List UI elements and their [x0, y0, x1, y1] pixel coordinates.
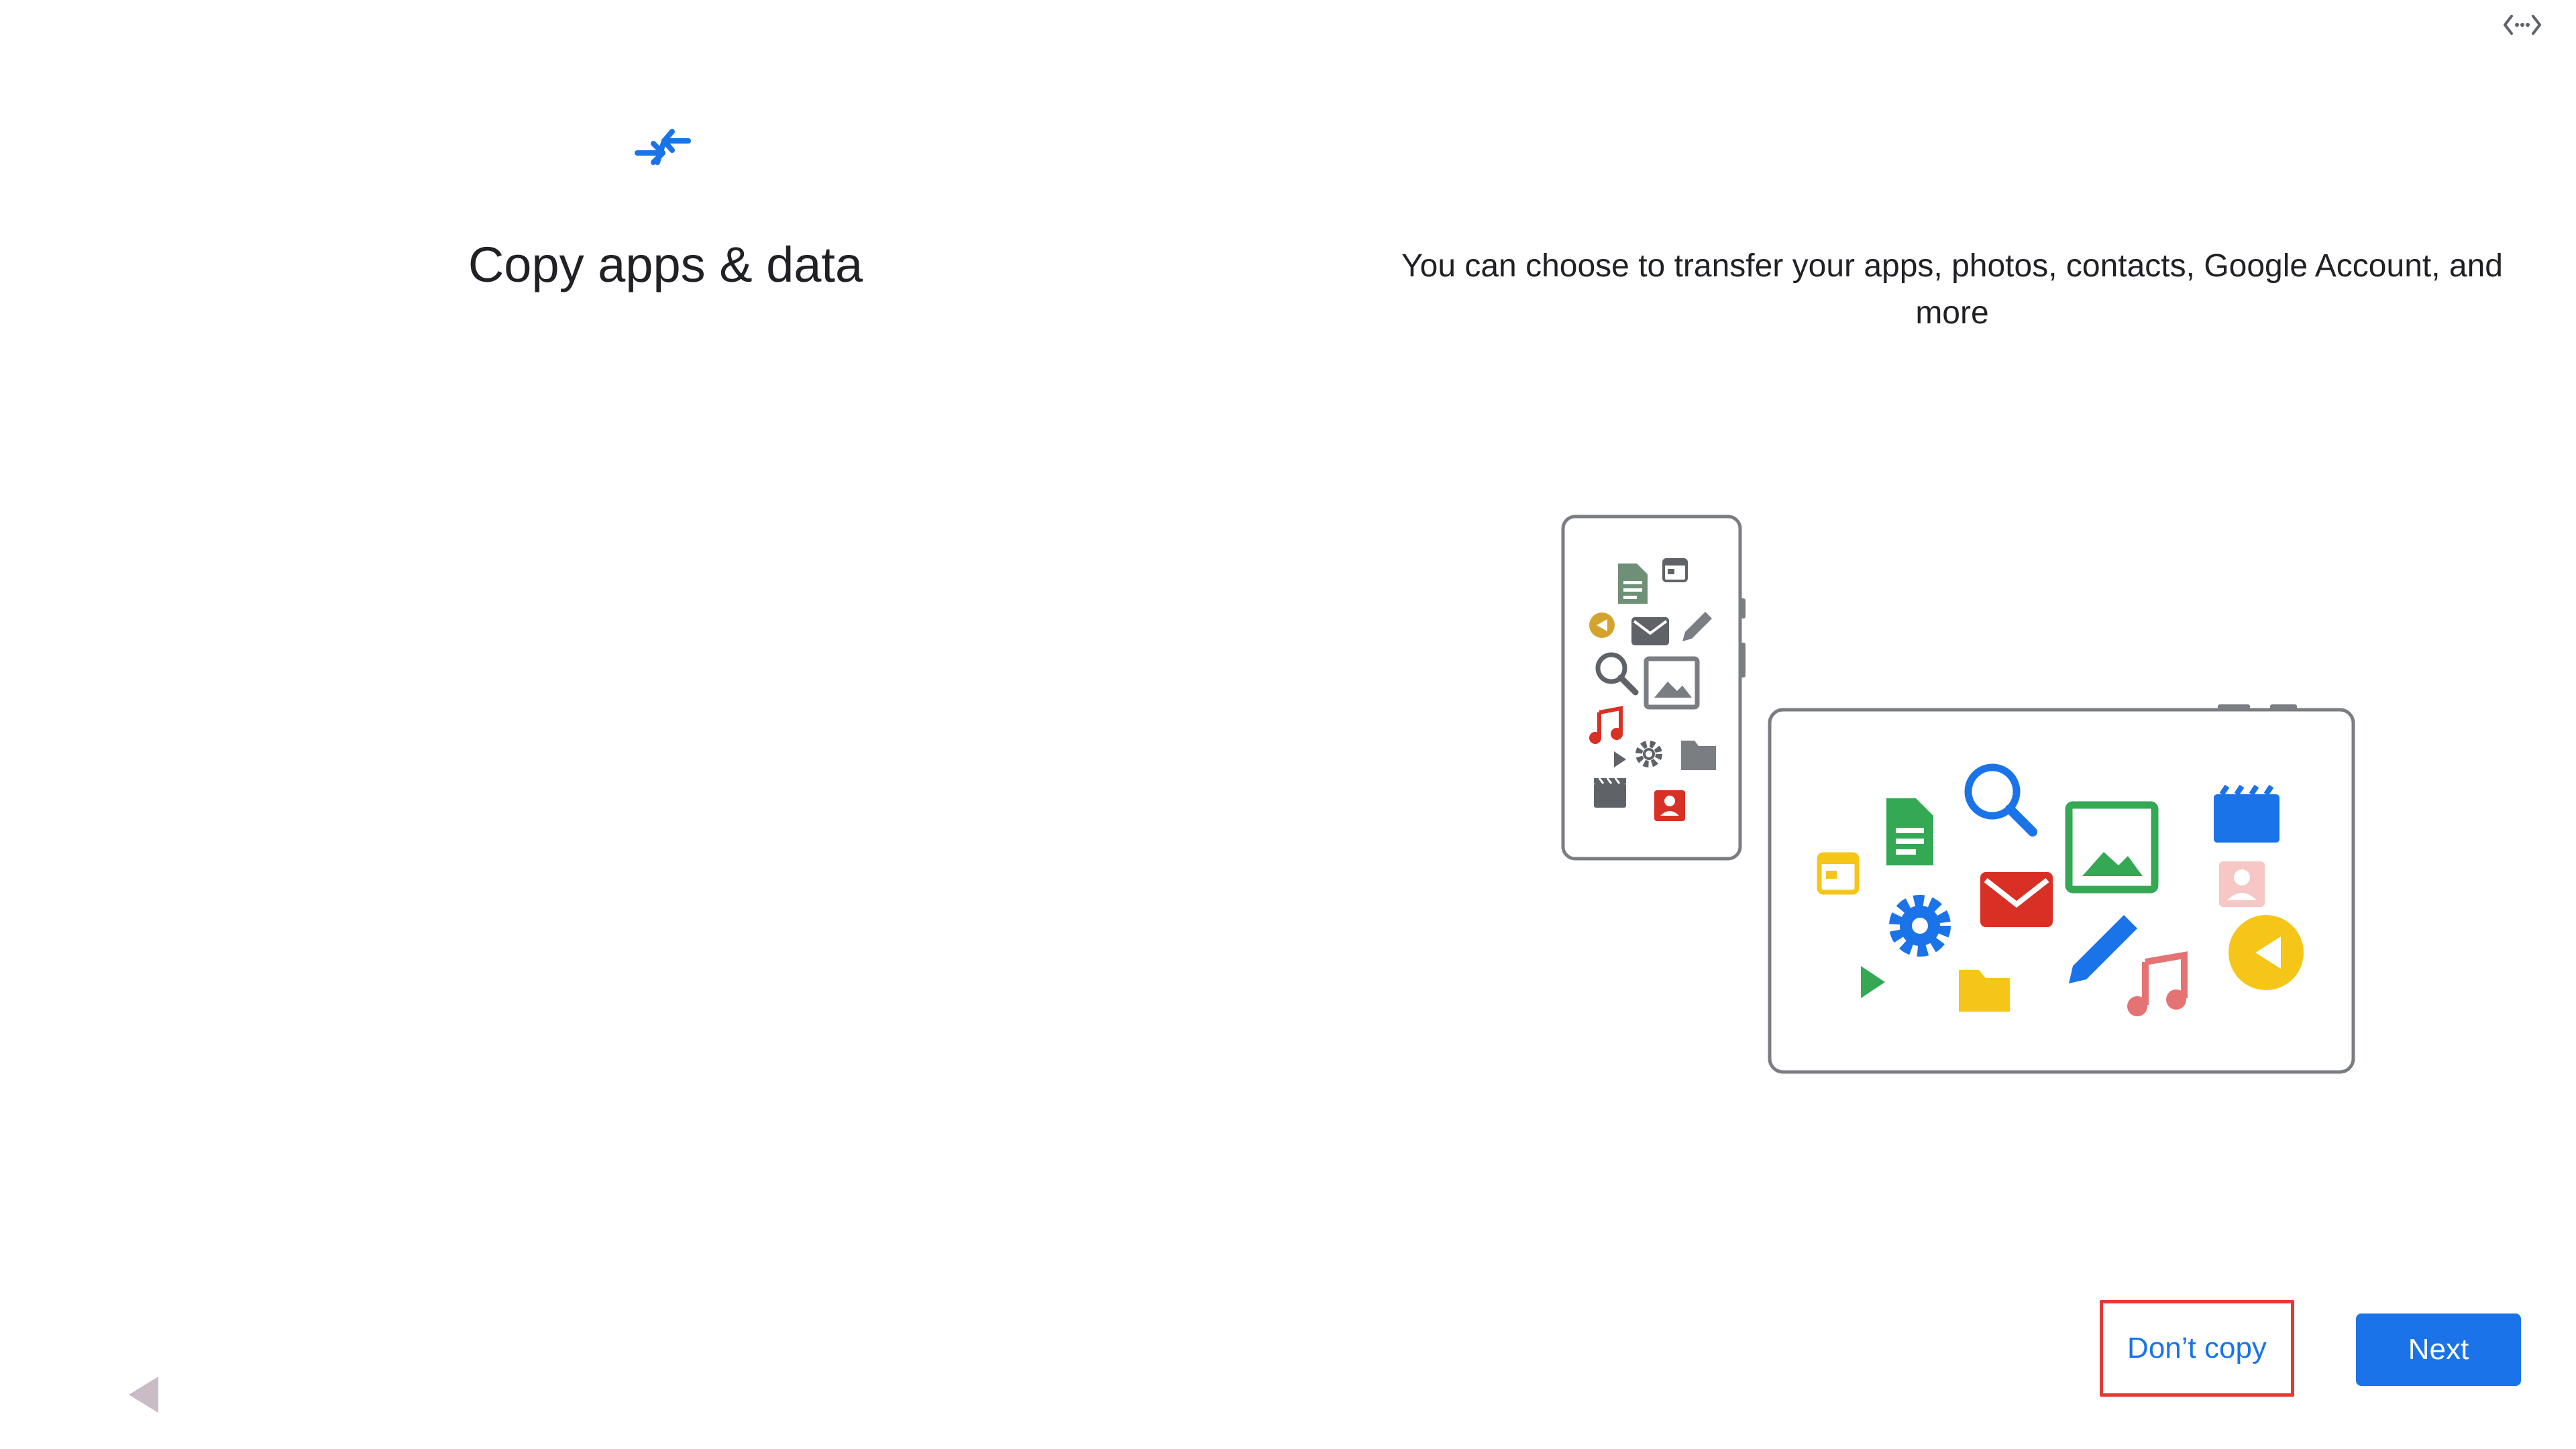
- play-circle-icon-small: [1589, 612, 1615, 638]
- page-title: Copy apps & data: [468, 237, 863, 292]
- contact-icon: [2219, 861, 2265, 907]
- setup-screen: Copy apps & data You can choose to trans…: [0, 0, 2576, 1449]
- page-description: You can choose to transfer your apps, ph…: [1401, 248, 2503, 331]
- clapperboard-icon: [2214, 784, 2279, 843]
- clapperboard-icon-small: [1594, 777, 1626, 808]
- back-triangle-icon[interactable]: [123, 1373, 164, 1417]
- mail-icon-small: [1631, 617, 1669, 645]
- play-circle-icon: [2229, 915, 2304, 990]
- code-expand-icon[interactable]: [2502, 8, 2542, 42]
- mail-icon: [1980, 872, 2053, 927]
- dont-copy-button[interactable]: Don’t copy: [2100, 1300, 2294, 1397]
- transfer-arrows-icon: [635, 129, 691, 165]
- transfer-illustration: [1561, 515, 2355, 1074]
- new-tablet: [1768, 704, 2355, 1074]
- next-button[interactable]: Next: [2356, 1313, 2521, 1386]
- old-phone: [1561, 515, 1746, 861]
- contact-icon-small: [1654, 790, 1685, 821]
